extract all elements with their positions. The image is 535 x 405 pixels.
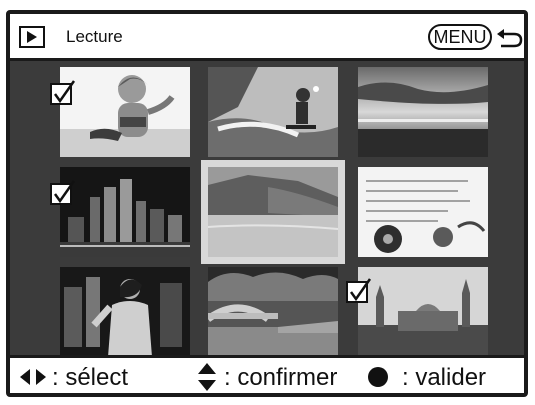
screen-frame: Lecture MENU: sélect: confirmer: vali… <box>6 10 528 397</box>
thumbnail-4[interactable] <box>60 167 190 257</box>
play-icon <box>19 26 45 48</box>
footer-hints: : sélect : confirmer : valider <box>10 355 524 393</box>
confirm-hint: : confirmer <box>224 364 338 391</box>
thumbnail-2[interactable] <box>208 67 338 157</box>
back-arrow-icon[interactable] <box>495 25 523 49</box>
thumbnail-5-selected[interactable] <box>201 160 345 264</box>
menu-button[interactable]: MENU <box>428 24 492 50</box>
up-down-arrows-icon <box>198 363 216 391</box>
thumbnail-4-checkbox[interactable] <box>50 180 76 205</box>
page-title: Lecture <box>66 27 123 46</box>
thumbnail-3[interactable] <box>358 67 488 157</box>
left-right-arrows-icon <box>20 369 46 385</box>
validate-hint: : valider <box>402 364 487 391</box>
playback-screen: Lecture MENU: sélect: confirmer: vali… <box>0 0 535 405</box>
checkmark-icon <box>53 80 76 104</box>
thumbnail-7[interactable] <box>60 267 190 357</box>
header-bar: Lecture MENU <box>10 14 524 61</box>
thumbnail-8[interactable] <box>208 267 338 357</box>
checkmark-icon <box>349 278 372 302</box>
checkmark-icon <box>53 180 76 204</box>
thumbnail-9[interactable] <box>358 267 488 357</box>
select-hint: : sélect <box>52 364 129 391</box>
thumbnail-1[interactable] <box>60 67 190 157</box>
thumbnail-6[interactable] <box>358 167 488 257</box>
thumbnail-1-checkbox[interactable] <box>50 80 76 105</box>
thumbnail-grid <box>10 61 524 357</box>
thumbnail-9-checkbox[interactable] <box>346 278 372 303</box>
center-button-icon <box>368 367 388 387</box>
